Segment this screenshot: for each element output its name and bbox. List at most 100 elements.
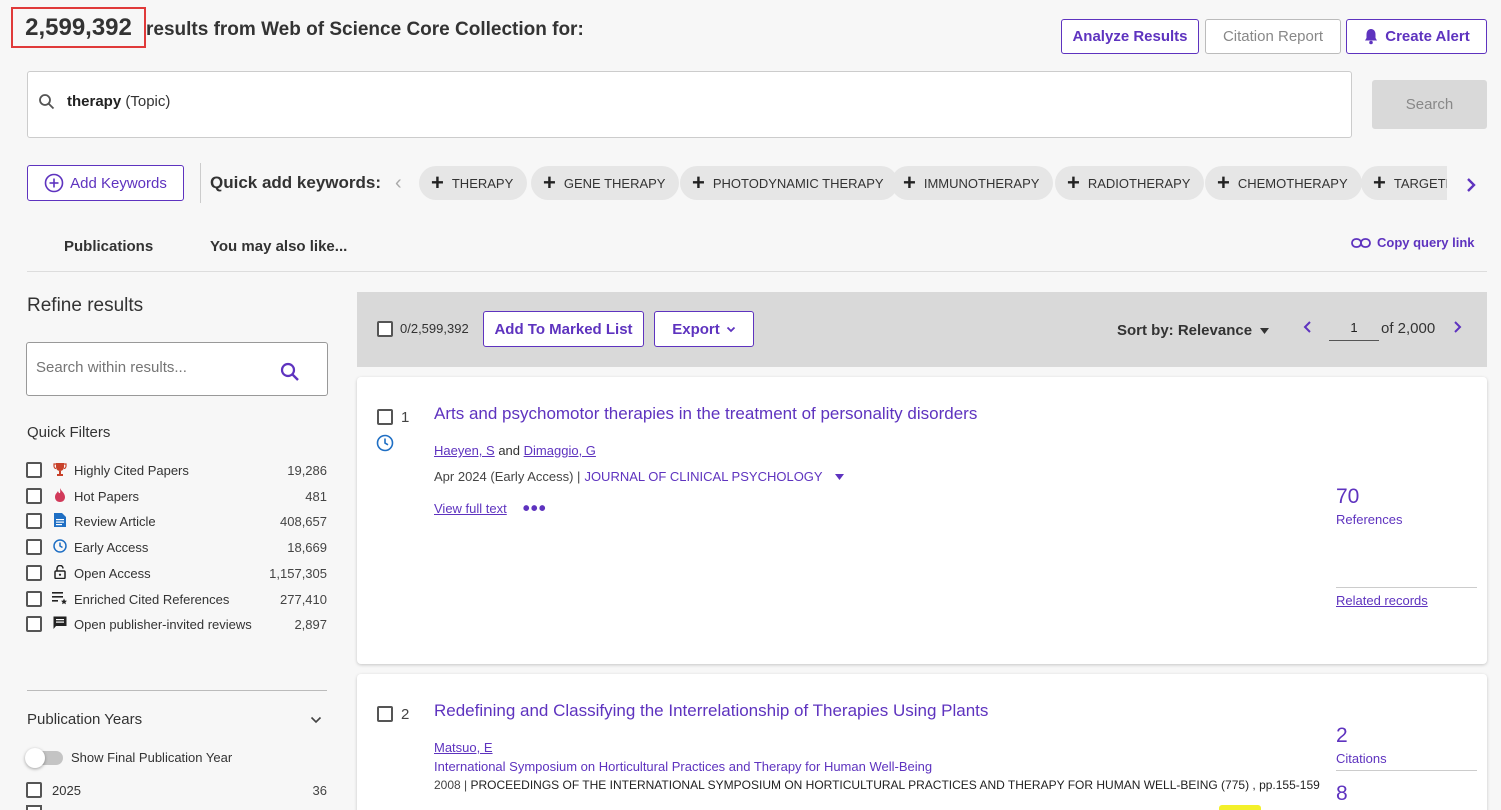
author-link[interactable]: Matsuo, E	[434, 740, 493, 755]
metrics-divider	[1336, 770, 1477, 771]
show-final-year-label: Show Final Publication Year	[71, 750, 233, 765]
search-within-box[interactable]	[26, 342, 328, 396]
plus-icon: +	[1373, 170, 1386, 195]
quick-filters-title: Quick Filters	[27, 424, 111, 441]
filter-open-access[interactable]: Open Access 1,157,305	[26, 562, 327, 584]
filter-enriched-cited[interactable]: Enriched Cited References 277,410	[26, 588, 327, 610]
keyword-chip-radiotherapy[interactable]: + RADIOTHERAPY	[1055, 166, 1205, 200]
flame-icon	[52, 487, 68, 505]
checkbox[interactable]	[26, 782, 42, 798]
record-checkbox[interactable]	[377, 409, 393, 425]
link-icon	[1351, 237, 1371, 248]
record-index: 2	[401, 706, 410, 723]
caret-down-icon[interactable]	[834, 473, 844, 480]
checkbox[interactable]	[26, 488, 42, 504]
select-all-checkbox[interactable]	[377, 321, 393, 337]
keyword-chip-chemotherapy[interactable]: + CHEMOTHERAPY	[1205, 166, 1362, 200]
checkbox[interactable]	[26, 513, 42, 529]
query-term: therapy	[67, 93, 122, 110]
plus-circle-icon	[44, 173, 64, 193]
lock-open-icon	[52, 564, 68, 582]
year-row-next[interactable]	[26, 805, 42, 810]
record-actions: View full text •••	[434, 499, 547, 519]
keyword-chip-therapy[interactable]: + THERAPY	[419, 166, 528, 200]
next-page-icon[interactable]	[1453, 320, 1463, 334]
page-input[interactable]: 1	[1329, 317, 1379, 341]
plus-icon: +	[903, 170, 916, 195]
filter-highly-cited[interactable]: Highly Cited Papers 19,286	[26, 459, 327, 481]
prev-page-icon[interactable]	[1302, 320, 1312, 334]
query-text: therapy (Topic)	[67, 93, 170, 110]
create-alert-button[interactable]: Create Alert	[1346, 19, 1487, 54]
conference-link[interactable]: International Symposium on Horticultural…	[434, 759, 932, 774]
citation-count[interactable]: 2	[1336, 724, 1348, 748]
caret-down-icon	[1260, 327, 1270, 334]
year-row-2025[interactable]: 2025 36	[26, 779, 327, 801]
author-link[interactable]: Haeyen, S	[434, 443, 495, 458]
chevron-left-icon[interactable]: ‹	[395, 172, 402, 195]
trophy-icon	[52, 462, 68, 479]
citations-label: Citations	[1336, 751, 1387, 766]
filter-publisher-reviews[interactable]: Open publisher-invited reviews 2,897	[26, 613, 327, 635]
chevron-right-icon[interactable]	[1464, 176, 1478, 194]
search-within-input[interactable]	[36, 359, 266, 376]
add-to-marked-list-button[interactable]: Add To Marked List	[483, 311, 644, 347]
checkbox[interactable]	[26, 462, 42, 478]
chevron-down-icon[interactable]	[310, 716, 322, 724]
record-title[interactable]: Redefining and Classifying the Interrela…	[434, 701, 988, 721]
citation-report-button[interactable]: Citation Report	[1205, 19, 1341, 54]
export-button[interactable]: Export	[654, 311, 754, 347]
bell-icon	[1365, 29, 1378, 45]
record-checkbox[interactable]	[377, 706, 393, 722]
clock-icon	[376, 434, 394, 452]
reference-count[interactable]: 70	[1336, 485, 1359, 509]
view-full-text-link[interactable]: View full text	[434, 501, 507, 516]
tab-publications[interactable]: Publications	[64, 238, 153, 255]
add-keywords-button[interactable]: Add Keywords	[27, 165, 184, 201]
checkbox[interactable]	[26, 539, 42, 555]
toggle-knob	[25, 748, 45, 768]
result-text: results from Web of Science Core Collect…	[146, 19, 584, 40]
result-count-box: 2,599,392	[11, 7, 146, 48]
filter-early-access[interactable]: Early Access 18,669	[26, 536, 327, 558]
query-field: (Topic)	[125, 93, 171, 110]
filter-review-article[interactable]: Review Article 408,657	[26, 510, 327, 532]
search-icon[interactable]	[280, 362, 300, 382]
quick-add-label: Quick add keywords:	[210, 173, 381, 192]
plus-icon: +	[543, 170, 556, 195]
copy-query-link[interactable]: Copy query link	[1351, 235, 1475, 250]
chip-overflow-clip: +TARGETE	[1361, 166, 1447, 200]
checkbox[interactable]	[26, 616, 42, 632]
keyword-chip-targeted[interactable]: +TARGETE	[1361, 166, 1447, 200]
filter-hot-papers[interactable]: Hot Papers 481	[26, 485, 327, 507]
checkbox[interactable]	[26, 591, 42, 607]
record-source: Apr 2024 (Early Access) | JOURNAL OF CLI…	[434, 469, 844, 484]
search-icon	[39, 94, 55, 110]
sort-dropdown[interactable]: Sort by: Relevance	[1117, 322, 1270, 339]
record-card: 1 Arts and psychomotor therapies in the …	[357, 377, 1487, 664]
tab-you-may-also-like[interactable]: You may also like...	[210, 238, 347, 255]
plus-icon: +	[431, 170, 444, 195]
selected-count: 0/2,599,392	[400, 321, 469, 336]
more-options-icon[interactable]: •••	[523, 499, 547, 519]
chevron-down-icon	[726, 326, 735, 332]
results-toolbar: 0/2,599,392 Add To Marked List Export So…	[357, 292, 1487, 367]
second-metric-count[interactable]: 8	[1336, 782, 1348, 806]
journal-link[interactable]: JOURNAL OF CLINICAL PSYCHOLOGY	[584, 469, 822, 484]
search-query-box[interactable]: therapy (Topic)	[27, 71, 1352, 138]
keyword-chip-photodynamic-therapy[interactable]: + PHOTODYNAMIC THERAPY	[680, 166, 898, 200]
analyze-results-button[interactable]: Analyze Results	[1061, 19, 1199, 54]
show-final-year-toggle[interactable]	[25, 748, 63, 768]
record-source: 2008 | PROCEEDINGS OF THE INTERNATIONAL …	[434, 778, 1320, 792]
of-pages: of 2,000	[1381, 320, 1436, 337]
keyword-chip-gene-therapy[interactable]: + GENE THERAPY	[531, 166, 680, 200]
search-button[interactable]: Search	[1372, 80, 1487, 129]
related-records-link[interactable]: Related records	[1336, 593, 1428, 608]
record-authors: Haeyen, S and Dimaggio, G	[434, 443, 596, 458]
sidebar-divider	[27, 690, 327, 691]
checkbox[interactable]	[26, 565, 42, 581]
record-title[interactable]: Arts and psychomotor therapies in the tr…	[434, 404, 977, 424]
author-link[interactable]: Dimaggio, G	[524, 443, 596, 458]
keyword-chip-immunotherapy[interactable]: + IMMUNOTHERAPY	[891, 166, 1054, 200]
publication-years-title[interactable]: Publication Years	[27, 711, 142, 728]
